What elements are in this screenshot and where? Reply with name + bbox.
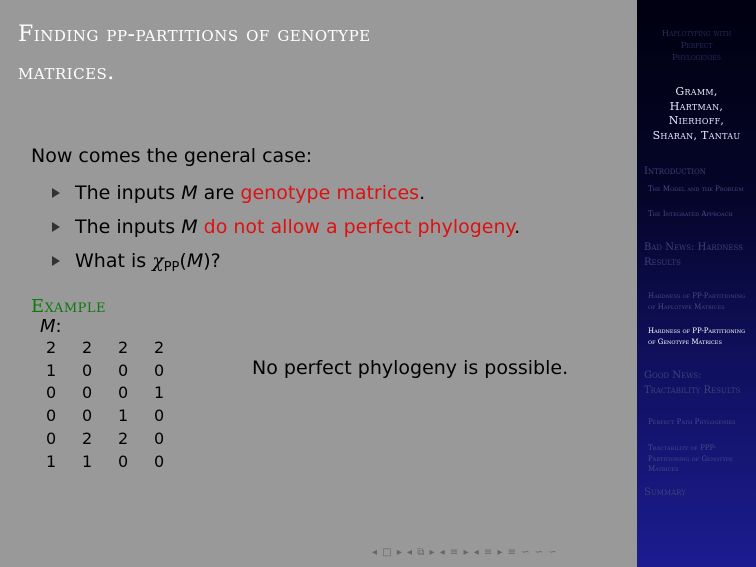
chi-subscript: PP [163,260,180,275]
bullet-triangle-icon [52,188,60,198]
matrix-cell: 2 [82,337,93,357]
paren-open: ( [179,250,187,272]
matrix-cell: 0 [154,406,165,426]
matrix-cell: 1 [46,451,57,471]
sidebar-subsection-tractability[interactable]: Tractability of PPP-Partitioning of Geno… [648,443,752,475]
matrix-row: 1 1 0 0 [46,450,190,473]
bullet-triangle-icon [52,222,60,232]
matrix-cell: 0 [46,383,57,403]
example-note: No perfect phylogeny is possible. [252,357,569,379]
matrix-cell: 0 [154,360,165,380]
frame-title: Finding pp-partitions of genotype matric… [18,16,618,92]
sidebar-title-line: Phylogenies [671,53,722,63]
sidebar: Haplotyping with Perfect Phylogenies Gra… [637,0,756,567]
bullet-item-3: What is χPP(M)? [52,246,520,280]
matrix-row: 2 2 2 2 [46,336,190,359]
matrix-variable: M [40,316,56,337]
matrix-cell: 1 [82,451,93,471]
frame-title-line-1: Finding pp-partitions of genotype [18,22,371,47]
matrix-cell: 0 [82,383,93,403]
matrix-colon: : [55,316,62,337]
matrix-cell: 0 [118,383,129,403]
matrix-label: M: [40,316,62,337]
variable-m: M [186,250,204,272]
sidebar-author-line: Sharan, Tantau [652,128,741,142]
matrix-cell: 0 [154,429,165,449]
matrix-cell: 1 [118,406,129,426]
beamer-navigation-bar[interactable]: ◂ □ ▸ ◂ ⧉ ▸ ◂ ≡ ▸ ◂ ≡ ▸ ≡ ∽ ∽ ∽ [372,547,558,563]
matrix-row: 1 0 0 0 [46,359,190,382]
frame-title-line-2: matrices. [18,60,115,85]
matrix-cell: 2 [154,337,165,357]
bullet-text: . [419,182,426,204]
bullet-text: are [197,182,241,204]
bullet-list: The inputs M are genotype matrices. The … [52,178,520,280]
genotype-matrix: 222210000001001002201100 [46,336,190,473]
bullet-item-1: The inputs M are genotype matrices. [52,178,520,212]
matrix-row: 0 0 0 1 [46,382,190,405]
variable-m: M [181,182,198,204]
sidebar-author-line: Hartman, [669,99,724,113]
matrix-cell: 2 [46,337,57,357]
matrix-cell: 2 [118,429,129,449]
slide-main: Finding pp-partitions of genotype matric… [0,0,637,567]
bullet-text: The inputs [75,182,182,204]
sidebar-subsection-perfect-path[interactable]: Perfect Path Phylogenies [648,417,752,428]
matrix-cell: 0 [154,451,165,471]
sidebar-section-good-news[interactable]: Good News: Tractability Results [644,368,754,398]
sidebar-subsection-hardness-haplotype[interactable]: Hardness of PP-Partitioning of Haplotype… [648,291,752,312]
matrix-row: 0 0 1 0 [46,404,190,427]
matrix-cell: 0 [82,360,93,380]
sidebar-section-summary[interactable]: Summary [644,485,754,500]
matrix-row: 0 2 2 0 [46,427,190,450]
sidebar-author-line: Gramm, [675,85,718,98]
highlight-genotype-matrices: genotype matrices [240,182,420,204]
sidebar-author-line: Nierhoff, [668,114,725,127]
bullet-text: . [514,216,521,238]
sidebar-subsection-integrated[interactable]: The Integrated Approach [648,209,752,220]
paren-close: )? [203,250,221,272]
matrix-cell: 0 [118,360,129,380]
chi-symbol: χ [152,250,164,272]
sidebar-title-line: Haplotyping with [661,29,732,39]
example-heading: Example [31,296,106,317]
sidebar-title-line: Perfect [680,41,713,51]
matrix-cell: 2 [118,337,129,357]
sidebar-authors: Gramm, Hartman, Nierhoff, Sharan, Tantau [639,85,754,143]
matrix-cell: 2 [82,429,93,449]
matrix-cell: 0 [82,406,93,426]
matrix-cell: 1 [46,360,57,380]
sidebar-title[interactable]: Haplotyping with Perfect Phylogenies [639,28,754,64]
matrix-cell: 0 [118,451,129,471]
matrix-cell: 0 [46,406,57,426]
matrix-cell: 1 [154,383,165,403]
bullet-text: The inputs [75,216,182,238]
bullet-triangle-icon [52,256,60,266]
sidebar-section-introduction[interactable]: Introduction [644,164,754,179]
intro-text: Now comes the general case: [31,145,313,167]
sidebar-section-bad-news[interactable]: Bad News: Hardness Results [644,240,754,270]
matrix-cell: 0 [46,429,57,449]
variable-m: M [181,216,198,238]
bullet-text: What is [75,250,153,272]
sidebar-subsection-model[interactable]: The Model and the Problem [648,184,752,195]
bullet-item-2: The inputs M do not allow a perfect phyl… [52,212,520,246]
sidebar-subsection-hardness-genotype[interactable]: Hardness of PP-Partitioning of Genotype … [648,326,752,347]
highlight-no-perfect-phylogeny: do not allow a perfect phylogeny [203,216,515,238]
